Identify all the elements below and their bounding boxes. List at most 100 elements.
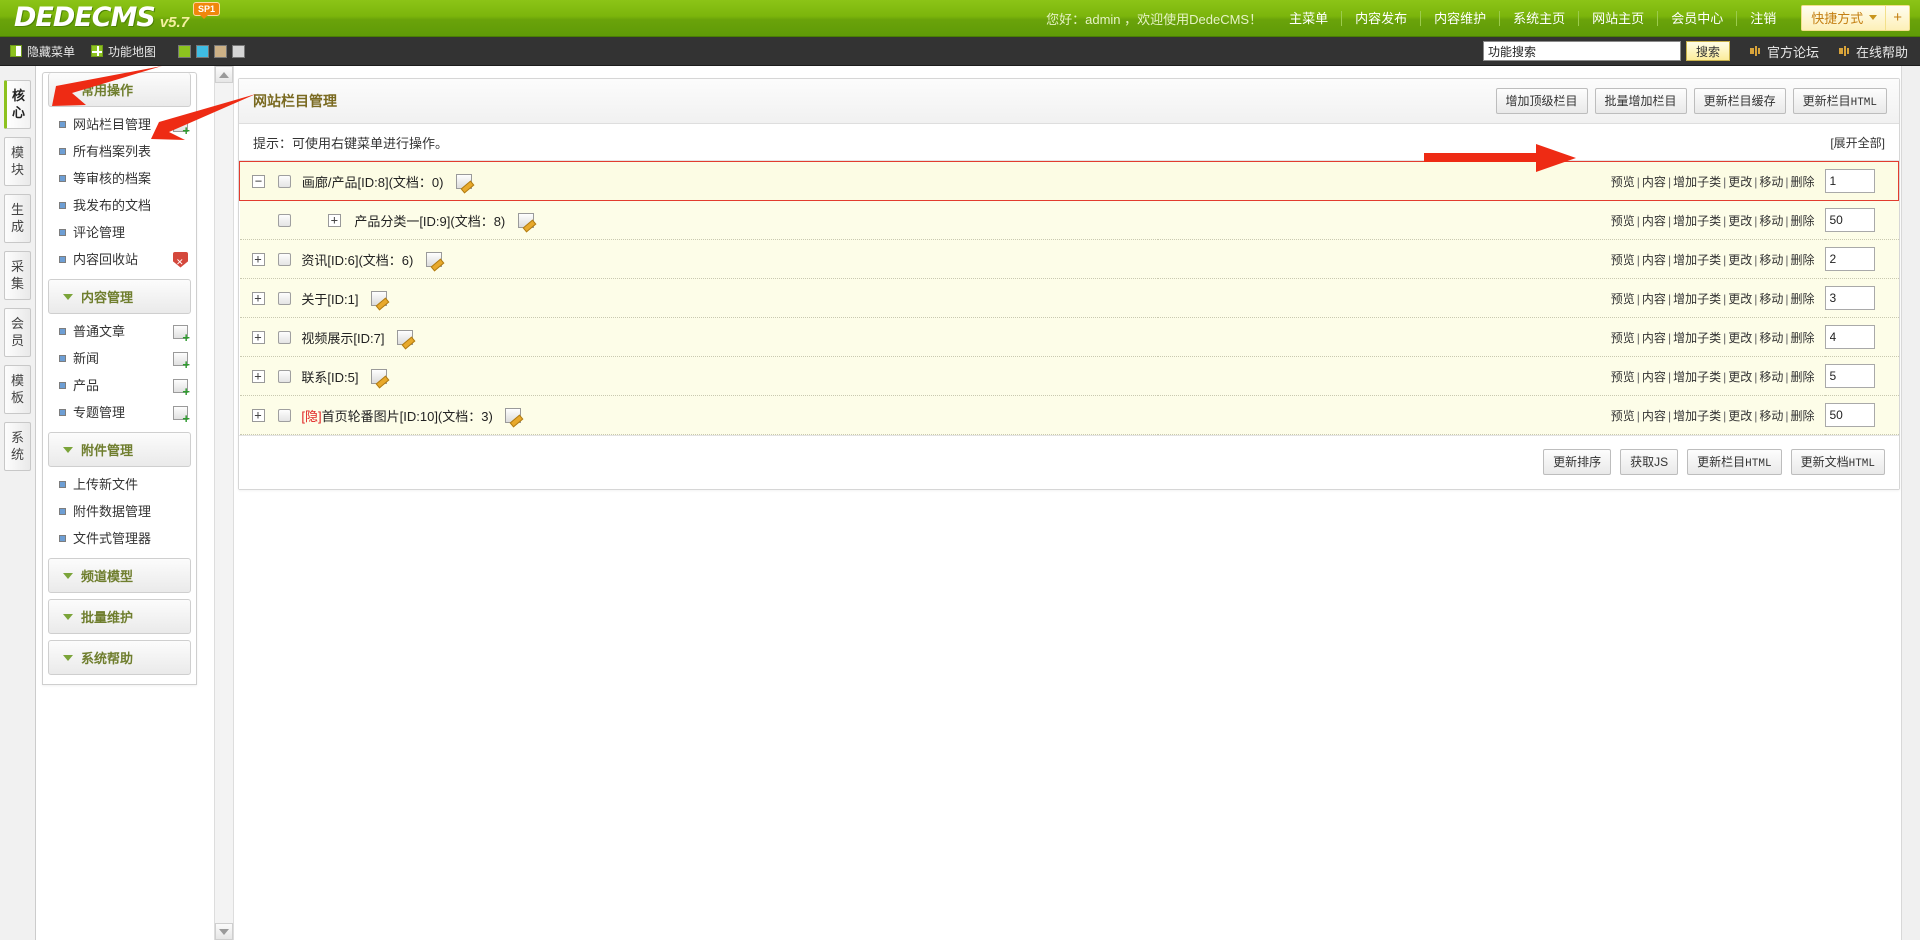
op-content-link[interactable]: 内容 xyxy=(1642,409,1666,423)
sidebar-group-batch-maintain[interactable]: 批量维护 xyxy=(48,599,191,634)
add-doc-icon[interactable] xyxy=(173,351,190,370)
sidebar-group-system-help[interactable]: 系统帮助 xyxy=(48,640,191,675)
rank-input[interactable] xyxy=(1824,169,1875,193)
op-move-link[interactable]: 移动 xyxy=(1759,331,1783,345)
op-preview-link[interactable]: 预览 xyxy=(1611,214,1635,228)
search-input[interactable] xyxy=(1482,41,1681,61)
op-edit-link[interactable]: 更改 xyxy=(1728,292,1752,306)
rail-tab-member[interactable]: 会 员 xyxy=(4,308,31,357)
row-checkbox[interactable] xyxy=(277,408,291,422)
theme-swatch-green[interactable] xyxy=(178,44,192,58)
sidebar-item-normal-article[interactable]: 普通文章 xyxy=(43,318,196,345)
sidebar-item-pending-archives[interactable]: 等审核的档案 xyxy=(43,165,196,192)
edit-icon[interactable] xyxy=(396,329,413,345)
op-content-link[interactable]: 内容 xyxy=(1642,214,1666,228)
op-add-child-link[interactable]: 增加子类 xyxy=(1673,214,1721,228)
row-checkbox[interactable] xyxy=(278,174,292,188)
op-delete-link[interactable]: 删除 xyxy=(1790,370,1814,384)
add-doc-icon[interactable] xyxy=(173,117,190,136)
op-content-link[interactable]: 内容 xyxy=(1642,331,1666,345)
edit-icon[interactable] xyxy=(455,173,472,189)
expand-toggle-icon[interactable]: + xyxy=(251,369,265,383)
theme-swatch-tan[interactable] xyxy=(214,44,228,58)
op-content-link[interactable]: 内容 xyxy=(1642,292,1666,306)
rank-input[interactable] xyxy=(1824,247,1875,271)
scroll-down-button[interactable] xyxy=(215,923,233,940)
update-category-cache-button[interactable]: 更新栏目缓存 xyxy=(1693,88,1786,114)
sidebar-item-attachment-data[interactable]: 附件数据管理 xyxy=(43,498,196,525)
op-move-link[interactable]: 移动 xyxy=(1759,175,1783,189)
op-delete-link[interactable]: 删除 xyxy=(1790,175,1814,189)
op-edit-link[interactable]: 更改 xyxy=(1728,214,1752,228)
theme-swatch-gray[interactable] xyxy=(232,44,246,58)
sidebar-item-recycle-bin[interactable]: 内容回收站 xyxy=(43,246,196,273)
op-content-link[interactable]: 内容 xyxy=(1642,253,1666,267)
online-help-link[interactable]: 在线帮助 xyxy=(1838,42,1908,61)
op-add-child-link[interactable]: 增加子类 xyxy=(1673,253,1721,267)
rail-tab-core[interactable]: 核 心 xyxy=(4,80,31,129)
rank-input[interactable] xyxy=(1824,364,1875,388)
batch-add-category-button[interactable]: 批量增加栏目 xyxy=(1594,88,1687,114)
expand-toggle-icon[interactable]: + xyxy=(327,213,341,227)
op-preview-link[interactable]: 预览 xyxy=(1611,370,1635,384)
op-add-child-link[interactable]: 增加子类 xyxy=(1673,331,1721,345)
op-edit-link[interactable]: 更改 xyxy=(1728,175,1752,189)
op-preview-link[interactable]: 预览 xyxy=(1611,175,1635,189)
expand-toggle-icon[interactable]: + xyxy=(251,408,265,422)
op-move-link[interactable]: 移动 xyxy=(1759,214,1783,228)
op-add-child-link[interactable]: 增加子类 xyxy=(1673,292,1721,306)
expand-toggle-icon[interactable]: + xyxy=(251,330,265,344)
scroll-up-button[interactable] xyxy=(215,66,233,83)
edit-icon[interactable] xyxy=(370,290,387,306)
op-move-link[interactable]: 移动 xyxy=(1759,370,1783,384)
add-doc-icon[interactable] xyxy=(173,378,190,397)
row-checkbox[interactable] xyxy=(277,252,291,266)
sidebar-item-comment-manage[interactable]: 评论管理 xyxy=(43,219,196,246)
op-preview-link[interactable]: 预览 xyxy=(1611,292,1635,306)
row-checkbox[interactable] xyxy=(277,369,291,383)
official-forum-link[interactable]: 官方论坛 xyxy=(1749,42,1819,61)
op-delete-link[interactable]: 删除 xyxy=(1790,214,1814,228)
topnav-item-publish[interactable]: 内容发布 xyxy=(1341,10,1420,26)
op-delete-link[interactable]: 删除 xyxy=(1790,292,1814,306)
sidebar-group-channel-model[interactable]: 频道模型 xyxy=(48,558,191,593)
topnav-item-logout[interactable]: 注销 xyxy=(1736,10,1789,26)
op-delete-link[interactable]: 删除 xyxy=(1790,409,1814,423)
op-preview-link[interactable]: 预览 xyxy=(1611,409,1635,423)
footer-update-document-html-button[interactable]: 更新文档HTML xyxy=(1790,449,1885,475)
collapse-toggle-icon[interactable]: − xyxy=(252,174,265,188)
row-checkbox[interactable] xyxy=(277,330,291,344)
op-add-child-link[interactable]: 增加子类 xyxy=(1673,409,1721,423)
op-edit-link[interactable]: 更改 xyxy=(1728,331,1752,345)
rank-input[interactable] xyxy=(1824,208,1875,232)
topnav-item-member-center[interactable]: 会员中心 xyxy=(1657,10,1736,26)
op-preview-link[interactable]: 预览 xyxy=(1611,331,1635,345)
sidebar-item-product[interactable]: 产品 xyxy=(43,372,196,399)
sidebar-item-site-category-manage[interactable]: 网站栏目管理 xyxy=(43,111,196,138)
row-checkbox[interactable] xyxy=(277,291,291,305)
theme-swatch-blue[interactable] xyxy=(196,44,210,58)
expand-toggle-icon[interactable]: + xyxy=(251,252,265,266)
rail-tab-system[interactable]: 系 统 xyxy=(4,422,31,471)
rail-tab-template[interactable]: 模 板 xyxy=(4,365,31,414)
content-left-scrollbar[interactable] xyxy=(214,66,234,940)
edit-icon[interactable] xyxy=(517,212,534,228)
op-preview-link[interactable]: 预览 xyxy=(1611,253,1635,267)
rail-tab-generate[interactable]: 生 成 xyxy=(4,194,31,243)
op-delete-link[interactable]: 删除 xyxy=(1790,253,1814,267)
rail-tab-collect[interactable]: 采 集 xyxy=(4,251,31,300)
recycle-icon[interactable] xyxy=(173,251,188,268)
table-row[interactable]: + 关于[ID:1] 预览 | 内容 | 增加子类 | 更改 | 移动 | 删除 xyxy=(239,278,1899,318)
add-doc-icon[interactable] xyxy=(173,405,190,424)
topnav-item-system-home[interactable]: 系统主页 xyxy=(1499,10,1578,26)
sidebar-item-my-documents[interactable]: 我发布的文档 xyxy=(43,192,196,219)
shortcut-button[interactable]: 快捷方式 xyxy=(1802,6,1886,30)
logo[interactable]: DEDECMS v5.7 SP1 xyxy=(0,2,221,33)
edit-icon[interactable] xyxy=(505,407,522,423)
edit-icon[interactable] xyxy=(370,368,387,384)
table-row[interactable]: + 联系[ID:5] 预览 | 内容 | 增加子类 | 更改 | 移动 | 删除 xyxy=(239,356,1899,396)
search-button[interactable]: 搜索 xyxy=(1685,41,1730,61)
expand-all-link[interactable]: [展开全部] xyxy=(1830,134,1885,151)
rank-input[interactable] xyxy=(1824,325,1875,349)
rank-input[interactable] xyxy=(1824,286,1875,310)
